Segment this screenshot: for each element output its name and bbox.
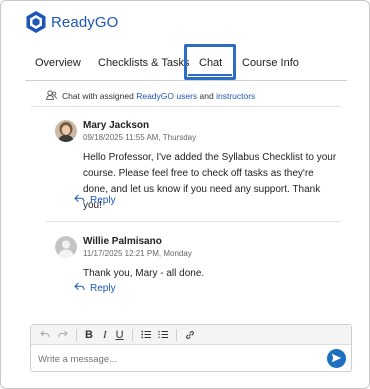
message-timestamp: 11/17/2025 12:21 PM, Monday: [83, 249, 192, 258]
toolbar-separator: [131, 328, 133, 341]
reply-button[interactable]: Reply: [74, 194, 116, 206]
send-button[interactable]: [327, 349, 346, 368]
formatting-toolbar: B I U: [31, 325, 351, 345]
tab-chat-underline: [188, 74, 232, 76]
tab-overview[interactable]: Overview: [35, 57, 81, 69]
toolbar-separator: [175, 328, 177, 341]
note-prefix: Chat with assigned: [62, 91, 134, 101]
message-body: Hello Professor, I've added the Syllabus…: [83, 152, 337, 211]
readygo-logo-icon: [25, 10, 47, 34]
send-icon: [331, 350, 342, 368]
numbered-list-icon[interactable]: [157, 328, 168, 342]
italic-icon[interactable]: I: [103, 328, 107, 342]
reply-icon: [74, 282, 90, 294]
avatar: [55, 236, 77, 258]
link-icon[interactable]: [185, 328, 195, 342]
reply-icon: [74, 194, 90, 206]
brand-name: ReadyGO: [51, 13, 119, 31]
message-input[interactable]: [38, 351, 313, 368]
underline-icon[interactable]: U: [116, 328, 124, 342]
reply-label: Reply: [90, 282, 116, 294]
message-divider: [46, 221, 341, 222]
chat-participants-note: Chat with assigned ReadyGO users and ins…: [46, 90, 255, 102]
chat-message: Willie Palmisano 11/17/2025 12:21 PM, Mo…: [55, 236, 349, 279]
tab-course-info[interactable]: Course Info: [242, 57, 299, 69]
message-author: Mary Jackson: [83, 120, 150, 131]
message-timestamp: 09/18/2025 11:55 AM, Thursday: [83, 133, 197, 142]
readygo-users-link[interactable]: ReadyGO users: [136, 91, 197, 101]
bullet-list-icon[interactable]: [140, 328, 151, 342]
reply-label: Reply: [90, 194, 116, 206]
divider: [31, 106, 341, 107]
note-middle: and: [199, 91, 214, 101]
avatar: [55, 120, 77, 142]
users-icon: [46, 90, 57, 102]
message-author: Willie Palmisano: [83, 236, 162, 247]
chat-panel: ReadyGO Overview Checklists & Tasks Chat…: [0, 0, 370, 389]
toolbar-separator: [76, 328, 77, 341]
reply-button[interactable]: Reply: [74, 282, 116, 294]
tab-checklists-tasks[interactable]: Checklists & Tasks: [98, 57, 190, 69]
brand-header: ReadyGO: [25, 10, 118, 34]
instructors-link[interactable]: instructors: [216, 91, 255, 101]
undo-icon[interactable]: [40, 328, 50, 342]
bold-icon[interactable]: B: [85, 328, 93, 342]
message-body: Thank you, Mary - all done.: [83, 268, 205, 279]
message-composer: B I U: [30, 324, 352, 372]
redo-icon[interactable]: [58, 328, 68, 342]
